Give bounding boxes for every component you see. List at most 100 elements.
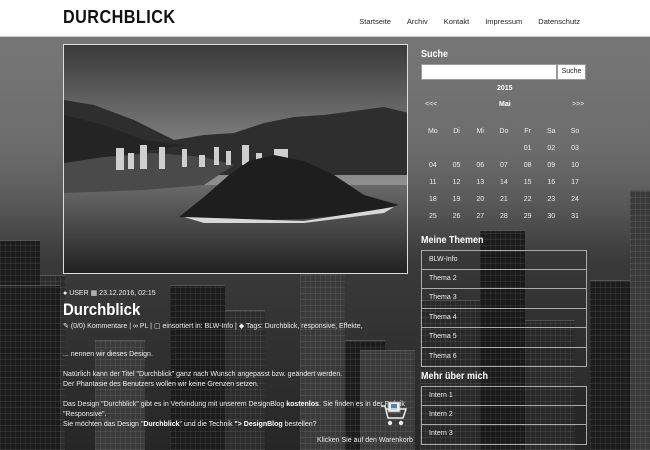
calendar-day: 09: [547, 162, 556, 169]
weekday-label: Di: [453, 128, 460, 135]
calendar-day: 28: [500, 213, 508, 220]
paragraph-1-line-2: Der Phantasie des Benutzers wollen wir k…: [63, 381, 259, 388]
weekday-label: So: [570, 128, 580, 135]
site-logo[interactable]: DURCHBLICK: [63, 7, 176, 28]
more-item[interactable]: Intern 3: [421, 425, 587, 445]
theme-item[interactable]: Thema 4: [421, 308, 587, 328]
calendar-day: 15: [523, 179, 532, 186]
post-paragraph-2: Das Design "Durchblick" gibt es in Verbi…: [63, 400, 405, 430]
calendar-day: [492, 140, 516, 157]
calendar-day: 12: [452, 179, 461, 186]
search-button[interactable]: Suche: [557, 64, 586, 80]
pl-link[interactable]: PL: [140, 323, 148, 330]
tags-prefix: Tags:: [246, 323, 263, 330]
paragraph-3-bold-2[interactable]: "> DesignBlog: [234, 421, 282, 428]
paragraph-3-text-c: bestellen?: [282, 421, 317, 428]
calendar-week: 11 12 13 14 15 16 17: [421, 174, 587, 191]
calendar-week: 25 26 27 28 29 30 31: [421, 208, 587, 225]
more-item[interactable]: Intern 2: [421, 405, 587, 425]
paragraph-2-text-a: Das Design "Durchblick" gibt es in Verbi…: [63, 401, 287, 408]
calendar-day: 17: [571, 179, 579, 186]
calendar-week: 01 02 03: [421, 140, 587, 157]
weekday-label: Do: [499, 128, 509, 135]
weekday-label: Mo: [427, 128, 438, 135]
user-icon: ●: [63, 290, 68, 297]
post-meta: ● USER ▦ 23.12.2016, 02:15: [63, 289, 156, 297]
shopping-cart-icon[interactable]: [379, 400, 409, 428]
calendar-week: 04 05 06 07 08 09 10: [421, 157, 587, 174]
themes-heading: Meine Themen: [421, 235, 484, 246]
post-title[interactable]: Durchblick: [63, 300, 140, 320]
calendar-day: 07: [500, 162, 508, 169]
more-heading: Mehr über mich: [421, 371, 489, 382]
cart-hint: Klicken Sie auf den Warenkorb: [317, 437, 413, 444]
weekday-label: Sa: [547, 128, 556, 135]
calendar-day: 29: [523, 213, 532, 220]
calendar-weekdays: Mo Di Mi Do Fr Sa So: [421, 123, 587, 140]
calendar-day: 13: [476, 179, 485, 186]
comments-icon: ✎: [63, 323, 69, 330]
more-list: Intern 1 Intern 2 Intern 3: [421, 386, 587, 445]
calendar-year: 2015: [497, 85, 513, 92]
category-link[interactable]: BLW-Info: [205, 323, 234, 330]
paragraph-3-text-a: Sie möchten das Design ": [63, 421, 144, 428]
more-item[interactable]: Intern 1: [421, 386, 587, 406]
nav-kontakt[interactable]: Kontakt: [444, 17, 469, 26]
nav-archiv[interactable]: Archiv: [407, 17, 428, 26]
weekday-label: Fr: [524, 128, 531, 135]
paragraph-1-line-1: Natürlich kann der Titel "Durchblick" ga…: [63, 371, 343, 378]
post-paragraph-1: Natürlich kann der Titel "Durchblick" ga…: [63, 370, 342, 390]
theme-item[interactable]: Thema 6: [421, 347, 587, 367]
post-author[interactable]: USER: [69, 290, 88, 297]
nav-datenschutz[interactable]: Datenschutz: [538, 17, 580, 26]
calendar-day: 06: [476, 162, 485, 169]
theme-item[interactable]: Thema 5: [421, 328, 587, 348]
search-input[interactable]: [421, 64, 557, 80]
calendar-day: 10: [571, 162, 579, 169]
themes-list: BLW-Info Thema 2 Thema 3 Thema 4 Thema 5…: [421, 250, 587, 367]
theme-item[interactable]: Thema 2: [421, 269, 587, 289]
post-date: 23.12.2016, 02:15: [99, 290, 156, 297]
paragraph-3-bold-1: Durchblick: [143, 421, 180, 428]
calendar-day: 02: [547, 145, 556, 152]
calendar-day: 08: [523, 162, 532, 169]
calendar-day: 14: [500, 179, 508, 186]
post-hero-image: [63, 44, 408, 274]
nav-startseite[interactable]: Startseite: [359, 17, 391, 26]
calendar-day: 24: [571, 196, 579, 203]
calendar-day: 20: [476, 196, 485, 203]
calendar-day: 11: [429, 179, 437, 186]
calendar-next-month[interactable]: >>>: [572, 101, 584, 108]
comments-link[interactable]: (0/0) Kommentare: [71, 323, 127, 330]
weekday-label: Mi: [476, 128, 484, 135]
calendar-week: 18 19 20 21 22 23 24: [421, 191, 587, 208]
calendar-icon: ▦: [90, 290, 98, 297]
calendar-day: [468, 140, 492, 157]
nav-impressum[interactable]: Impressum: [485, 17, 522, 26]
calendar-day: 27: [476, 213, 485, 220]
calendar-day: 05: [452, 162, 461, 169]
calendar-day: 23: [547, 196, 556, 203]
calendar-day: [445, 140, 469, 157]
calendar-day: 25: [428, 213, 437, 220]
folder-icon: ▢: [153, 323, 161, 330]
link-icon: ∞: [132, 323, 138, 330]
calendar-day: 18: [428, 196, 437, 203]
paragraph-2-line-2: "Responsive".: [63, 411, 107, 418]
post-intro: ... nennen wir dieses Design.: [63, 351, 153, 358]
theme-item[interactable]: BLW-Info: [421, 250, 587, 270]
calendar-day: 21: [500, 196, 508, 203]
calendar-day: 26: [452, 213, 461, 220]
calendar-day: 04: [428, 162, 437, 169]
calendar-day: 31: [571, 213, 579, 220]
calendar-day: 01: [523, 145, 532, 152]
post-tags-line: ✎ (0/0) Kommentare | ∞ PL | ▢ einsortier…: [63, 323, 363, 330]
calendar-day: 16: [547, 179, 556, 186]
search-heading: Suche: [421, 49, 449, 60]
theme-item[interactable]: Thema 3: [421, 289, 587, 309]
calendar-prev-month[interactable]: <<<: [425, 101, 437, 108]
tags-list[interactable]: Durchblick, responsive, Effekte,: [265, 323, 363, 330]
calendar-day: 03: [571, 145, 579, 152]
calendar-grid: Mo Di Mi Do Fr Sa So 01 02 03 04 05 06 0…: [421, 123, 587, 225]
paragraph-2-bold: kostenlos: [286, 401, 319, 408]
